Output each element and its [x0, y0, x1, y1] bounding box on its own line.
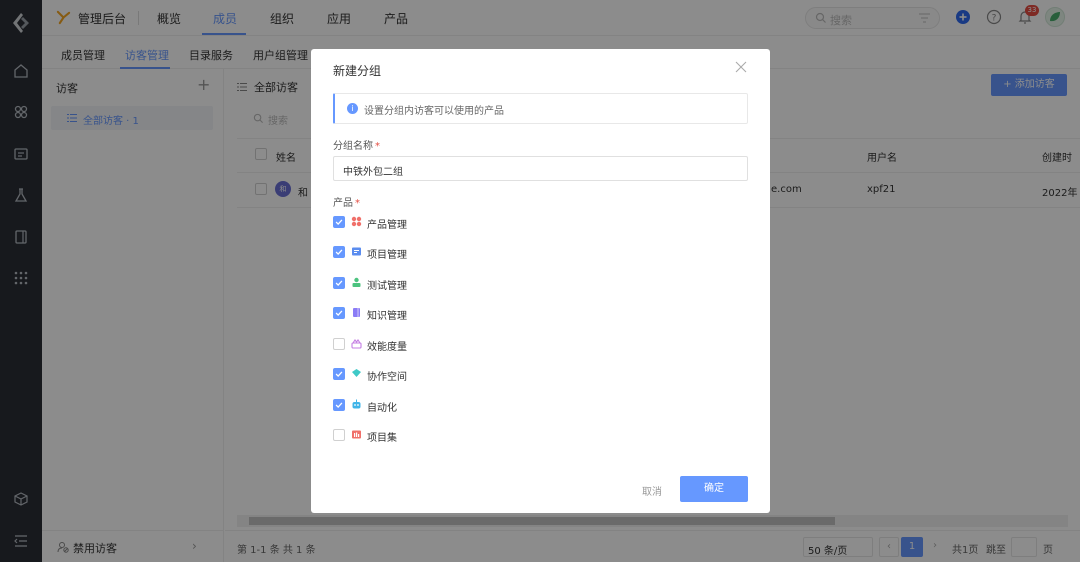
product-checkbox[interactable] — [333, 429, 345, 441]
product-label: 项目集 — [367, 433, 397, 444]
checkmark-icon — [335, 280, 343, 286]
checkmark-icon — [335, 310, 343, 316]
insight-icon — [351, 338, 362, 349]
checkmark-icon — [335, 402, 343, 408]
teams-icon — [351, 368, 362, 379]
product-label: 效能度量 — [367, 342, 407, 353]
project-icon — [351, 246, 362, 257]
info-icon: i — [347, 103, 358, 114]
product-checkbox[interactable] — [333, 277, 345, 289]
group-name-label: 分组名称 * — [333, 141, 380, 152]
checkmark-icon — [335, 249, 343, 255]
product-checkbox[interactable] — [333, 216, 345, 228]
product-checkbox[interactable] — [333, 399, 345, 411]
checkmark-icon — [335, 219, 343, 225]
product-icon — [351, 216, 362, 227]
product-option[interactable]: 效能度量 — [333, 338, 533, 353]
product-label: 测试管理 — [367, 281, 407, 292]
product-label: 知识管理 — [367, 311, 407, 322]
product-option[interactable]: 自动化 — [333, 399, 533, 414]
product-option[interactable]: 项目管理 — [333, 246, 533, 261]
close-icon[interactable] — [735, 61, 747, 73]
product-checkbox[interactable] — [333, 338, 345, 350]
product-label: 产品管理 — [367, 220, 407, 231]
test-icon — [351, 277, 362, 288]
product-option[interactable]: 项目集 — [333, 429, 533, 444]
product-label: 协作空间 — [367, 372, 407, 383]
products-label: 产品 * — [333, 198, 360, 209]
cancel-button[interactable]: 取消 — [642, 483, 662, 498]
product-label: 自动化 — [367, 403, 397, 414]
product-option[interactable]: 测试管理 — [333, 277, 533, 292]
product-checkbox[interactable] — [333, 307, 345, 319]
info-text: 设置分组内访客可以使用的产品 — [364, 106, 504, 117]
dialog-title: 新建分组 — [333, 64, 382, 78]
wiki-icon — [351, 307, 362, 318]
robot-icon — [351, 399, 362, 410]
product-option[interactable]: 协作空间 — [333, 368, 533, 383]
product-checkbox[interactable] — [333, 246, 345, 258]
group-name-input[interactable]: 中铁外包二组 — [333, 156, 748, 181]
product-option[interactable]: 知识管理 — [333, 307, 533, 322]
product-option[interactable]: 产品管理 — [333, 216, 533, 231]
product-checkbox[interactable] — [333, 368, 345, 380]
checkmark-icon — [335, 371, 343, 377]
product-label: 项目管理 — [367, 250, 407, 261]
program-icon — [351, 429, 362, 440]
confirm-button[interactable]: 确定 — [680, 476, 748, 502]
group-name-value: 中铁外包二组 — [343, 167, 403, 178]
new-group-dialog: 新建分组 i 设置分组内访客可以使用的产品 分组名称 * 中铁外包二组 产品 * 产… — [311, 49, 770, 513]
info-alert: i 设置分组内访客可以使用的产品 — [333, 93, 748, 124]
